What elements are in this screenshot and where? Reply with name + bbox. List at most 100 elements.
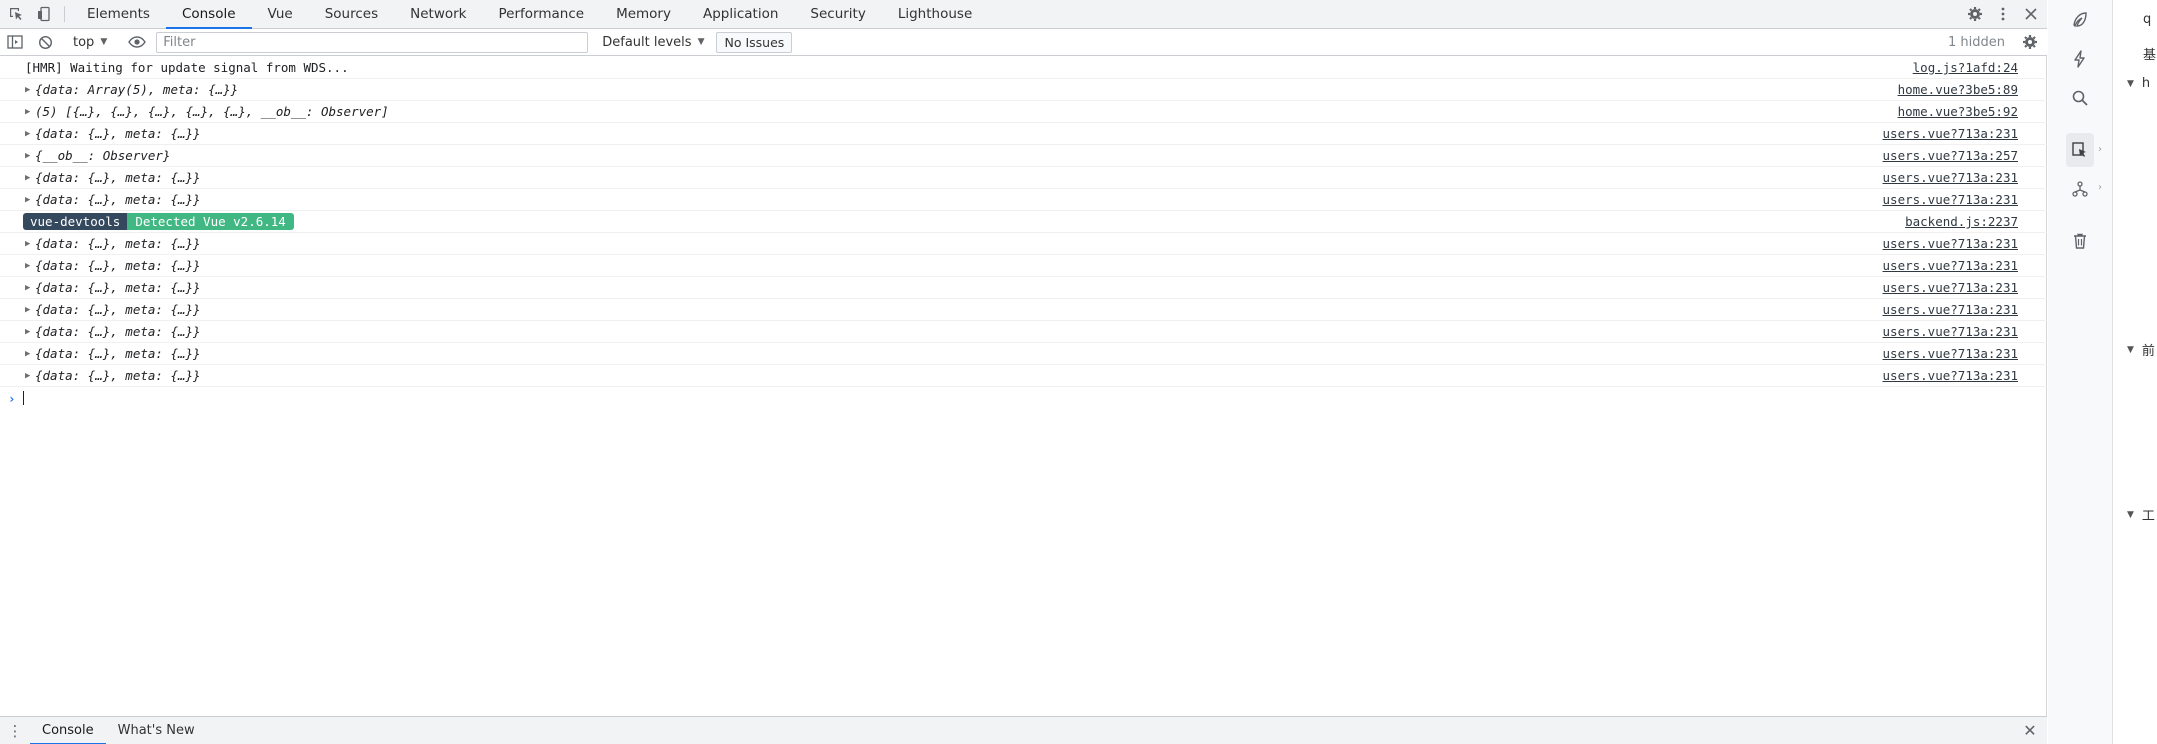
page-strip-tree-item[interactable]: ▼ 工 bbox=[2113, 505, 2157, 524]
expand-triangle-icon[interactable]: ▶ bbox=[25, 239, 35, 249]
expand-triangle-icon[interactable]: ▶ bbox=[25, 305, 35, 315]
search-icon[interactable] bbox=[2060, 81, 2100, 115]
expand-triangle-icon[interactable]: ▶ bbox=[25, 173, 35, 183]
source-link[interactable]: log.js?1afd:24 bbox=[1913, 60, 2018, 75]
console-object-preview[interactable]: {data: {…}, meta: {…}} bbox=[35, 302, 201, 317]
live-expression-eye-icon[interactable] bbox=[122, 36, 152, 48]
console-object-preview[interactable]: {__ob__: Observer} bbox=[35, 148, 170, 163]
tabbar-actions bbox=[1961, 0, 2047, 28]
expand-triangle-icon[interactable]: ▶ bbox=[25, 129, 35, 139]
expand-triangle-icon[interactable]: ▶ bbox=[25, 349, 35, 359]
page-strip-tree-item[interactable]: ▼ 前 bbox=[2113, 340, 2157, 359]
drawer-tab-bar: ⋮ Console What's New ✕ bbox=[0, 716, 2047, 744]
lightning-icon[interactable] bbox=[2060, 42, 2100, 76]
console-object-preview[interactable]: {data: {…}, meta: {…}} bbox=[35, 192, 201, 207]
chevron-down-icon: ▼ bbox=[100, 37, 108, 47]
page-content-strip: q 基 ▼ h ▼ 前 ▼ 工 bbox=[2112, 0, 2157, 744]
tab-performance[interactable]: Performance bbox=[483, 0, 601, 28]
console-object-preview[interactable]: (5) [{…}, {…}, {…}, {…}, {…}, __ob__: Ob… bbox=[35, 104, 389, 119]
vue-devtools-badge-label: vue-devtools bbox=[23, 213, 128, 230]
component-inspector-icon[interactable] bbox=[2066, 133, 2094, 167]
source-link[interactable]: home.vue?3be5:92 bbox=[1898, 104, 2018, 119]
tab-sources[interactable]: Sources bbox=[309, 0, 394, 28]
console-prompt[interactable]: › bbox=[0, 387, 2047, 409]
device-toolbar-icon[interactable] bbox=[30, 0, 58, 28]
expand-triangle-icon[interactable]: ▶ bbox=[25, 85, 35, 95]
text-caret bbox=[23, 391, 24, 405]
tab-console[interactable]: Console bbox=[165, 0, 252, 29]
console-object-preview[interactable]: {data: {…}, meta: {…}} bbox=[35, 258, 201, 273]
source-link[interactable]: backend.js:2237 bbox=[1905, 214, 2018, 229]
console-object-preview[interactable]: {data: {…}, meta: {…}} bbox=[35, 170, 201, 185]
log-levels-dropdown[interactable]: Default levels ▼ bbox=[594, 35, 712, 50]
page-strip-item: q bbox=[2143, 12, 2152, 27]
tab-application[interactable]: Application bbox=[687, 0, 794, 28]
clear-console-icon[interactable] bbox=[30, 35, 60, 50]
trash-icon[interactable] bbox=[2060, 224, 2100, 258]
component-tree-icon[interactable] bbox=[2060, 172, 2100, 206]
inspect-element-icon[interactable] bbox=[2, 0, 30, 28]
console-toolbar: top ▼ Default levels ▼ No Issues 1 hidde… bbox=[0, 29, 2047, 56]
drawer-tab-what-s-new[interactable]: What's New bbox=[106, 717, 207, 744]
page-strip-item: 基 bbox=[2143, 48, 2157, 63]
expand-triangle-icon[interactable]: ▶ bbox=[25, 107, 35, 117]
vue-version-badge-label: Detected Vue v2.6.14 bbox=[127, 213, 294, 230]
context-selector[interactable]: top ▼ bbox=[65, 35, 113, 50]
source-link[interactable]: users.vue?713a:231 bbox=[1883, 280, 2018, 295]
show-sidebar-icon[interactable] bbox=[0, 35, 30, 49]
console-object-preview[interactable]: {data: {…}, meta: {…}} bbox=[35, 280, 201, 295]
feather-icon[interactable] bbox=[2060, 3, 2100, 37]
tab-vue[interactable]: Vue bbox=[252, 0, 309, 28]
console-object-preview[interactable]: {data: Array(5), meta: {…}} bbox=[35, 82, 238, 97]
console-message: [HMR] Waiting for update signal from WDS… bbox=[0, 57, 2047, 79]
vue-devtools-side-panel: › › bbox=[2048, 0, 2112, 744]
tab-security[interactable]: Security bbox=[794, 0, 881, 28]
console-object-preview[interactable]: {data: {…}, meta: {…}} bbox=[35, 324, 201, 339]
expand-triangle-icon[interactable]: ▶ bbox=[25, 283, 35, 293]
source-link[interactable]: users.vue?713a:231 bbox=[1883, 368, 2018, 383]
close-devtools-icon[interactable] bbox=[2017, 0, 2045, 28]
console-object-preview[interactable]: {data: {…}, meta: {…}} bbox=[35, 126, 201, 141]
settings-gear-icon[interactable] bbox=[1961, 0, 1989, 28]
expand-triangle-icon[interactable]: ▶ bbox=[25, 371, 35, 381]
vue-devtools-badge: vue-devtools Detected Vue v2.6.14 bbox=[23, 213, 294, 230]
tab-lighthouse[interactable]: Lighthouse bbox=[882, 0, 988, 28]
expand-triangle-icon[interactable]: ▶ bbox=[25, 195, 35, 205]
console-object-preview[interactable]: {data: {…}, meta: {…}} bbox=[35, 368, 201, 383]
source-link[interactable]: users.vue?713a:231 bbox=[1883, 192, 2018, 207]
drawer-tab-console[interactable]: Console bbox=[30, 717, 106, 744]
expand-triangle-icon[interactable]: ▶ bbox=[25, 261, 35, 271]
tab-elements[interactable]: Elements bbox=[71, 0, 166, 28]
log-levels-value: Default levels bbox=[602, 34, 692, 50]
expand-triangle-icon[interactable]: ▶ bbox=[25, 151, 35, 161]
source-link[interactable]: users.vue?713a:231 bbox=[1883, 324, 2018, 339]
issues-button[interactable]: No Issues bbox=[716, 31, 793, 53]
expand-triangle-icon[interactable]: ▶ bbox=[25, 327, 35, 337]
filter-input[interactable] bbox=[156, 31, 589, 53]
drawer-tabs: Console What's New bbox=[30, 717, 207, 744]
console-settings-gear-icon[interactable] bbox=[2015, 34, 2045, 50]
console-message: ▶ {data: {…}, meta: {…}} users.vue?713a:23… bbox=[0, 189, 2047, 211]
source-link[interactable]: users.vue?713a:257 bbox=[1883, 148, 2018, 163]
source-link[interactable]: users.vue?713a:231 bbox=[1883, 170, 2018, 185]
console-message: ▶ {data: {…}, meta: {…}} users.vue?713a:23… bbox=[0, 167, 2047, 189]
console-object-preview[interactable]: {data: {…}, meta: {…}} bbox=[35, 236, 201, 251]
source-link[interactable]: users.vue?713a:231 bbox=[1883, 126, 2018, 141]
close-drawer-icon[interactable]: ✕ bbox=[2013, 717, 2047, 744]
source-link[interactable]: users.vue?713a:231 bbox=[1883, 258, 2018, 273]
source-link[interactable]: users.vue?713a:231 bbox=[1883, 302, 2018, 317]
source-link[interactable]: home.vue?3be5:89 bbox=[1898, 82, 2018, 97]
console-object-preview[interactable]: {data: {…}, meta: {…}} bbox=[35, 346, 201, 361]
tab-memory[interactable]: Memory bbox=[600, 0, 687, 28]
source-link[interactable]: users.vue?713a:231 bbox=[1883, 236, 2018, 251]
expand-triangle-icon: ▼ bbox=[2127, 78, 2134, 89]
source-link[interactable]: users.vue?713a:231 bbox=[1883, 346, 2018, 361]
console-message: ▶ {data: {…}, meta: {…}} users.vue?713a:23… bbox=[0, 233, 2047, 255]
chevron-right-icon: › bbox=[2098, 182, 2102, 193]
more-options-icon[interactable] bbox=[1989, 0, 2017, 28]
tab-network[interactable]: Network bbox=[394, 0, 482, 28]
drawer-menu-icon[interactable]: ⋮ bbox=[0, 717, 30, 744]
expand-triangle-icon: ▼ bbox=[2127, 344, 2134, 355]
hidden-messages-count: 1 hidden bbox=[1948, 34, 2005, 50]
page-strip-tree-item[interactable]: ▼ h bbox=[2113, 76, 2157, 91]
